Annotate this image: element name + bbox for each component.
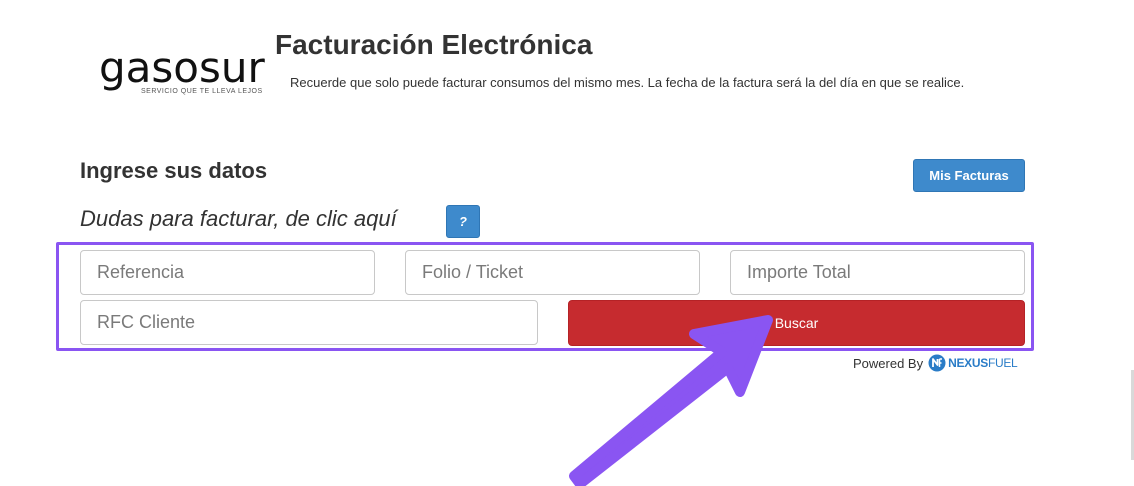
folio-ticket-input[interactable] xyxy=(405,250,700,295)
logo-wordmark: gasosur xyxy=(99,43,265,92)
mis-facturas-button[interactable]: Mis Facturas xyxy=(913,159,1025,192)
help-button[interactable]: ? xyxy=(446,205,480,238)
nexus-brand-prefix: NEXUS xyxy=(948,356,988,370)
nexusfuel-brand: NEXUSFUEL xyxy=(948,356,1018,370)
gasosur-logo: gasosur SERVICIO QUE TE LLEVA LEJOS xyxy=(99,46,281,102)
page-title: Facturación Electrónica xyxy=(275,29,593,60)
logo-tagline: SERVICIO QUE TE LLEVA LEJOS xyxy=(141,88,263,95)
referencia-input[interactable] xyxy=(80,250,375,295)
importe-total-input[interactable] xyxy=(730,250,1025,295)
powered-by: Powered By NEXUSFUEL xyxy=(853,353,1018,373)
help-text: Dudas para facturar, de clic aquí xyxy=(80,206,397,231)
powered-by-label: Powered By xyxy=(853,355,924,371)
section-title: Ingrese sus datos xyxy=(80,158,268,183)
nexusfuel-logo-icon xyxy=(928,354,946,372)
billing-notice: Recuerde que solo puede facturar consumo… xyxy=(290,75,965,90)
buscar-button[interactable]: Buscar xyxy=(568,300,1025,346)
fuel-brand-suffix: FUEL xyxy=(987,356,1018,370)
rfc-cliente-input[interactable] xyxy=(80,300,538,345)
